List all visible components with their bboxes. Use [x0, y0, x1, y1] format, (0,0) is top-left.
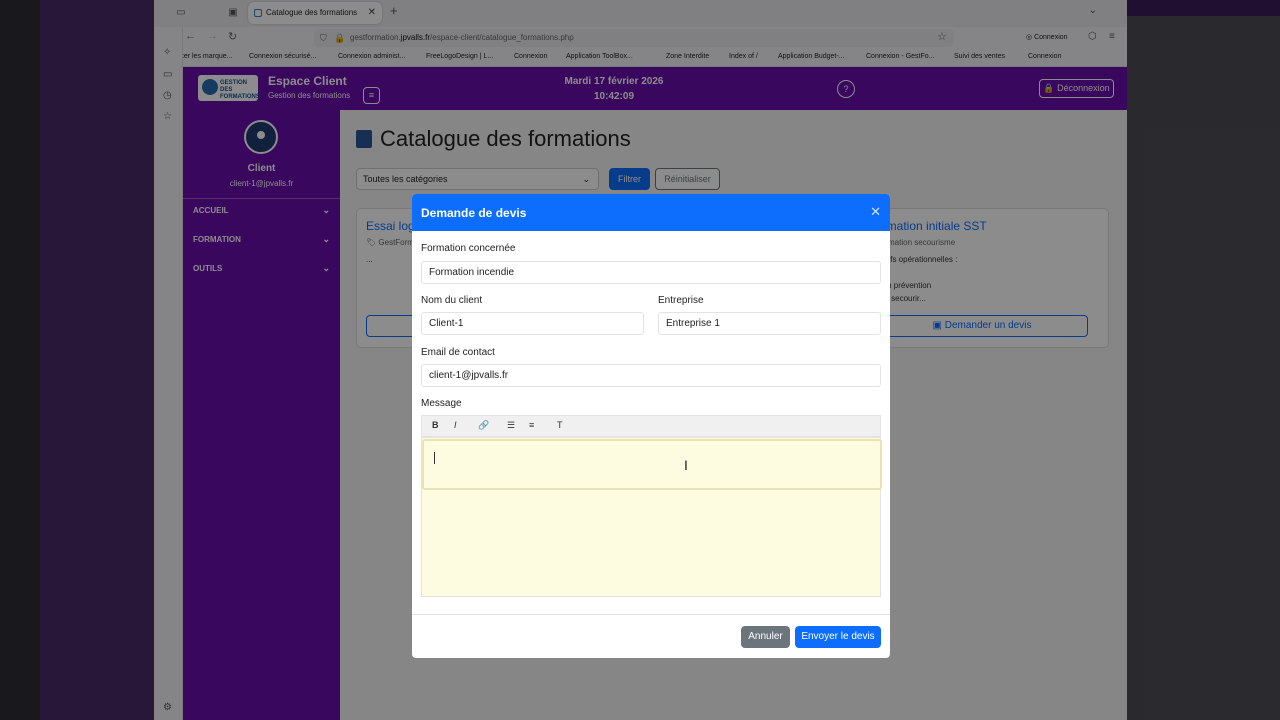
- cancel-button[interactable]: Annuler: [741, 626, 790, 648]
- formation-field[interactable]: Formation incendie: [421, 261, 881, 284]
- bullet-list-icon[interactable]: ☰: [507, 420, 515, 431]
- editor-focus-ring: [422, 439, 882, 490]
- italic-button[interactable]: I: [454, 420, 457, 430]
- email-field[interactable]: client-1@jpvalls.fr: [421, 364, 881, 387]
- company-label: Entreprise: [658, 295, 704, 306]
- close-icon[interactable]: ✕: [870, 204, 881, 220]
- email-label: Email de contact: [421, 347, 495, 358]
- message-editor[interactable]: I: [421, 437, 882, 597]
- text-cursor-icon: I: [684, 457, 688, 473]
- editor-toolbar: B I 🔗 ☰ ≡ T: [421, 415, 881, 437]
- client-name-label: Nom du client: [421, 295, 483, 306]
- quote-request-modal: Demande de devis ✕ Formation concernée F…: [412, 194, 890, 658]
- modal-header: Demande de devis ✕: [412, 194, 890, 231]
- formation-label: Formation concernée: [421, 243, 516, 254]
- client-name-field[interactable]: Client-1: [421, 312, 644, 335]
- modal-title: Demande de devis: [421, 206, 527, 220]
- numbered-list-icon[interactable]: ≡: [529, 420, 534, 430]
- text-caret: [434, 452, 435, 464]
- clear-format-icon[interactable]: T: [557, 420, 563, 430]
- message-label: Message: [421, 398, 462, 409]
- company-field[interactable]: Entreprise 1: [658, 312, 881, 335]
- send-quote-button[interactable]: Envoyer le devis: [795, 626, 881, 648]
- bold-button[interactable]: B: [432, 420, 439, 430]
- divider: [412, 614, 890, 615]
- link-icon[interactable]: 🔗: [478, 420, 489, 431]
